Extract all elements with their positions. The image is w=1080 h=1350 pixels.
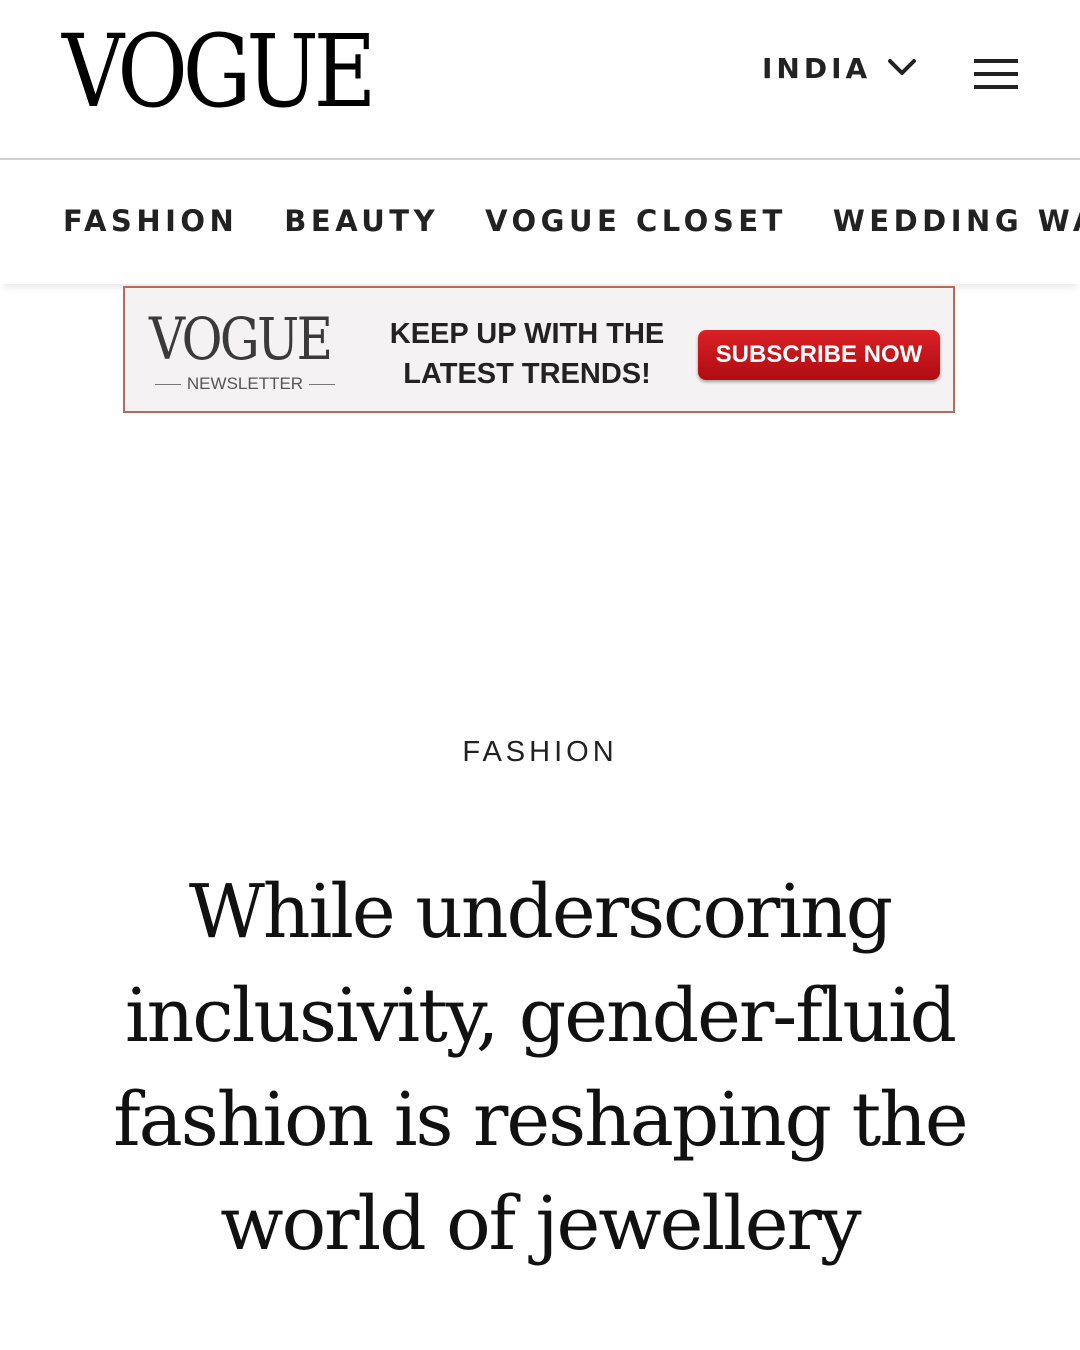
headline-line: inclusivity, gender-fluid bbox=[124, 973, 957, 1059]
nav-item-fashion[interactable]: FASHION bbox=[63, 204, 238, 238]
article-category[interactable]: FASHION bbox=[0, 736, 1080, 769]
newsletter-logo: VOGUE bbox=[149, 305, 333, 373]
newsletter-sublabel-text: NEWSLETTER bbox=[186, 374, 304, 393]
chevron-down-icon bbox=[887, 57, 917, 81]
divider bbox=[155, 383, 181, 385]
headline-line: fashion is reshaping the bbox=[113, 1077, 968, 1163]
divider bbox=[309, 383, 335, 385]
newsletter-pitch-line2: LATEST TRENDS! bbox=[403, 358, 651, 390]
category-nav: FASHION BEAUTY VOGUE CLOSET WEDDING WAR bbox=[0, 160, 1080, 284]
nav-item-wedding-wardrobe[interactable]: WEDDING WAR bbox=[833, 204, 1080, 238]
newsletter-pitch-line1: KEEP UP WITH THE bbox=[389, 318, 665, 350]
subscribe-now-button[interactable]: SUBSCRIBE NOW bbox=[698, 330, 940, 380]
newsletter-pitch: KEEP UP WITH THE LATEST TRENDS! bbox=[373, 314, 681, 394]
headline-line: world of jewellery bbox=[220, 1181, 861, 1267]
nav-item-beauty[interactable]: BEAUTY bbox=[284, 204, 439, 238]
headline-line: While underscoring bbox=[188, 869, 893, 955]
hamburger-menu-icon[interactable] bbox=[974, 56, 1018, 92]
edition-label: INDIA bbox=[762, 52, 872, 85]
article-headline: While underscoring inclusivity, gender-f… bbox=[60, 860, 1020, 1276]
site-header: VOGUE INDIA bbox=[0, 0, 1080, 160]
edition-selector[interactable]: INDIA bbox=[762, 52, 917, 85]
nav-list: FASHION BEAUTY VOGUE CLOSET WEDDING WAR bbox=[63, 204, 1080, 238]
nav-item-vogue-closet[interactable]: VOGUE CLOSET bbox=[485, 204, 787, 238]
newsletter-sublabel: NEWSLETTER bbox=[155, 374, 335, 394]
newsletter-banner[interactable]: VOGUE NEWSLETTER KEEP UP WITH THE LATEST… bbox=[123, 286, 955, 413]
vogue-logo[interactable]: VOGUE bbox=[62, 22, 376, 122]
